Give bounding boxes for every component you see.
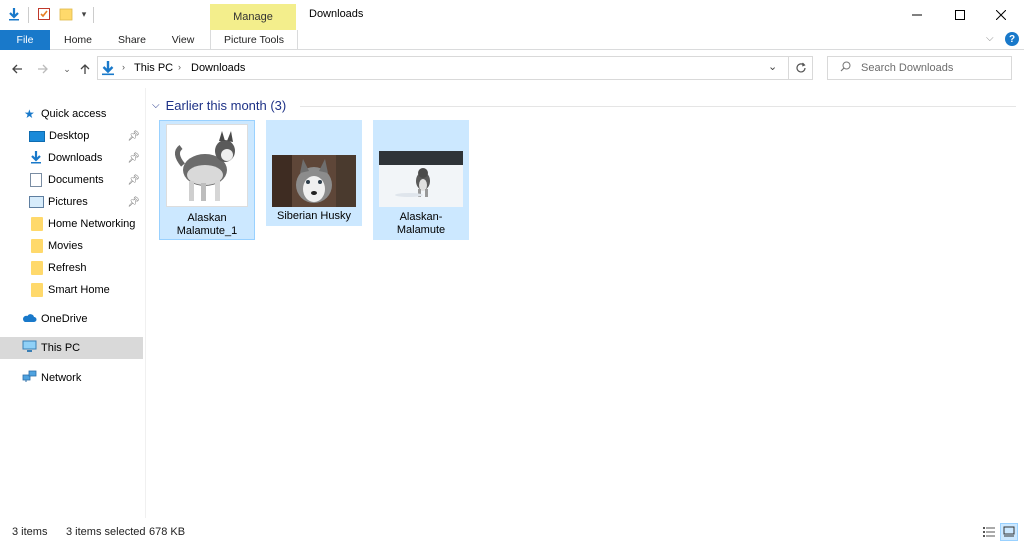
sidebar-item-label: Smart Home xyxy=(48,284,110,296)
selected-count: 3 items selected xyxy=(66,526,146,538)
expand-ribbon-icon[interactable]: ⌵ xyxy=(986,33,994,44)
sidebar-item-smart-home[interactable]: Smart Home xyxy=(0,279,143,301)
documents-icon xyxy=(30,173,42,187)
pictures-icon xyxy=(29,196,44,208)
collapse-chevron-icon: ⌵ xyxy=(152,100,160,111)
window-title: Downloads xyxy=(309,8,364,20)
sidebar-item-quick-access[interactable]: ★ Quick access xyxy=(0,103,143,125)
pin-icon: 📌︎ xyxy=(127,152,140,164)
forward-arrow-icon[interactable] xyxy=(34,60,52,78)
tab-home[interactable]: Home xyxy=(56,30,100,49)
sidebar-item-label: Network xyxy=(41,372,82,384)
properties-icon[interactable] xyxy=(36,6,52,22)
sidebar-divider xyxy=(145,88,146,518)
folder-icon xyxy=(31,217,43,231)
folder-icon xyxy=(31,239,43,253)
search-input[interactable]: Search Downloads xyxy=(827,56,1012,80)
sidebar-item-pictures[interactable]: Pictures 📌︎ xyxy=(0,191,143,213)
sidebar-item-label: Documents xyxy=(48,174,104,186)
refresh-button[interactable] xyxy=(789,56,813,80)
file-name: Siberian Husky xyxy=(277,210,351,222)
close-button[interactable] xyxy=(978,0,1024,30)
address-dropdown-icon[interactable]: ⌄ xyxy=(768,60,777,73)
tab-file[interactable]: File xyxy=(0,30,50,50)
pin-icon: 📌︎ xyxy=(127,130,140,142)
husky-thumbnail xyxy=(272,155,356,207)
star-icon: ★ xyxy=(24,107,35,121)
folder-icon xyxy=(31,283,43,297)
downloads-location-icon xyxy=(101,60,115,79)
back-arrow-icon[interactable] xyxy=(8,60,26,78)
group-header[interactable]: ⌵ Earlier this month (3) xyxy=(152,98,286,113)
sidebar-item-home-networking[interactable]: Home Networking xyxy=(0,213,143,235)
sidebar-item-label: Home Networking xyxy=(48,218,136,230)
sidebar-item-documents[interactable]: Documents 📌︎ xyxy=(0,169,143,191)
recent-locations-icon[interactable]: ⌄ xyxy=(58,60,76,78)
title-bar xyxy=(0,0,1024,30)
group-divider xyxy=(300,106,1016,107)
maximize-button[interactable] xyxy=(937,0,983,30)
customize-qat-icon[interactable]: ▾ xyxy=(76,6,92,22)
sidebar-item-label: Refresh xyxy=(48,262,87,274)
pin-icon: 📌︎ xyxy=(127,196,140,208)
breadcrumb-this-pc[interactable]: This PC xyxy=(134,62,173,74)
help-icon[interactable]: ? xyxy=(1005,32,1019,46)
breadcrumb-downloads[interactable]: Downloads xyxy=(191,62,245,74)
tab-view[interactable]: View xyxy=(162,30,204,49)
details-view-icon[interactable] xyxy=(981,524,997,540)
sidebar-item-label: This PC xyxy=(41,342,81,354)
file-name: Alaskan Malamute_1 xyxy=(176,212,238,237)
file-item[interactable]: Alaskan-Malamute xyxy=(373,120,469,240)
qat-divider xyxy=(28,7,29,23)
sidebar-item-movies[interactable]: Movies xyxy=(0,235,143,257)
sidebar-item-refresh[interactable]: Refresh xyxy=(0,257,143,279)
file-item[interactable]: Siberian Husky xyxy=(266,120,362,226)
sidebar-item-desktop[interactable]: Desktop 📌︎ xyxy=(0,125,143,147)
large-icons-view-icon[interactable] xyxy=(1000,523,1018,541)
sidebar-item-onedrive[interactable]: OneDrive xyxy=(0,308,143,330)
sidebar-item-label: OneDrive xyxy=(41,313,88,325)
sidebar-item-label: Quick access xyxy=(41,108,107,120)
file-name: Alaskan-Malamute xyxy=(396,211,446,236)
breadcrumb-separator-icon: › xyxy=(178,62,181,72)
tab-share[interactable]: Share xyxy=(110,30,154,49)
malamute-snow-thumbnail xyxy=(379,151,463,207)
tab-manage[interactable]: Manage xyxy=(210,4,296,30)
file-item[interactable]: Alaskan Malamute_1 xyxy=(159,120,255,240)
folder-icon xyxy=(31,261,43,275)
minimize-button[interactable] xyxy=(894,0,940,30)
downloads-icon xyxy=(29,150,45,167)
sidebar-item-this-pc[interactable]: This PC xyxy=(0,337,143,359)
malamute-thumbnail xyxy=(166,124,248,207)
pin-icon: 📌︎ xyxy=(127,174,140,186)
tab-picture-tools[interactable]: Picture Tools xyxy=(210,30,298,49)
search-icon xyxy=(840,61,851,75)
desktop-icon xyxy=(29,130,45,142)
group-title: Earlier this month (3) xyxy=(165,98,287,113)
download-arrow-icon[interactable] xyxy=(6,6,22,22)
sidebar-item-label: Downloads xyxy=(48,152,103,164)
network-icon xyxy=(22,370,38,386)
search-placeholder: Search Downloads xyxy=(861,62,954,74)
qat-divider xyxy=(93,7,94,23)
selected-size: 678 KB xyxy=(149,526,186,538)
up-arrow-icon[interactable] xyxy=(76,60,94,78)
sidebar-item-network[interactable]: Network xyxy=(0,367,143,389)
sidebar-item-label: Pictures xyxy=(48,196,88,208)
sidebar-item-label: Movies xyxy=(48,240,83,252)
sidebar-item-downloads[interactable]: Downloads 📌︎ xyxy=(0,147,143,169)
new-folder-icon[interactable] xyxy=(58,6,74,22)
computer-icon xyxy=(22,340,38,356)
cloud-icon xyxy=(22,313,38,326)
sidebar-item-label: Desktop xyxy=(49,130,90,142)
breadcrumb-separator-icon: › xyxy=(122,62,125,72)
item-count: 3 items xyxy=(12,526,48,538)
